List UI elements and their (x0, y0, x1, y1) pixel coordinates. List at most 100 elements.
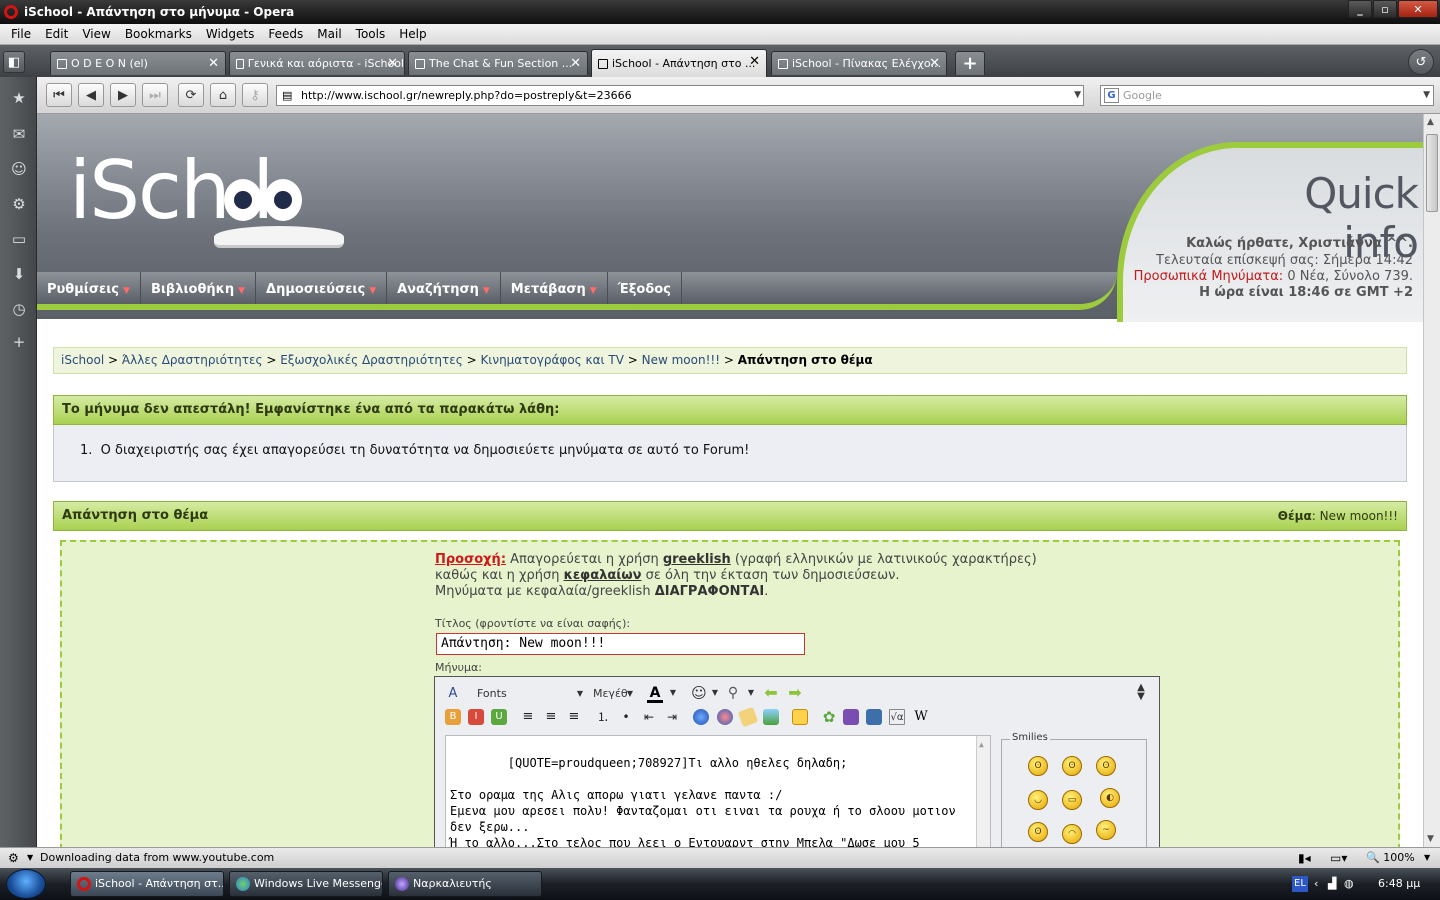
title-input[interactable]: Απάντηση: New moon!!! (436, 633, 805, 655)
tab-close-icon[interactable]: ✕ (749, 54, 760, 69)
unlink-icon[interactable] (717, 709, 733, 725)
quote-icon[interactable] (792, 709, 808, 725)
chevron-up-icon[interactable]: ▲ (1427, 117, 1434, 127)
fit-width-icon[interactable]: ▮◂ (1298, 848, 1311, 868)
new-tab-button[interactable]: + (955, 51, 985, 75)
redo-icon[interactable]: ➡ (787, 685, 803, 701)
fast-forward-icon[interactable]: ⏭ (142, 83, 168, 107)
gear-icon[interactable]: ⚙ (8, 848, 19, 868)
underline-icon[interactable]: U (491, 709, 507, 725)
reload-icon[interactable]: ⟳ (178, 83, 204, 107)
chevron-down-icon[interactable]: ▼ (743, 685, 759, 701)
menu-feeds[interactable]: Feeds (261, 27, 310, 41)
insert-image-icon[interactable] (763, 709, 779, 725)
confused-smiley-icon[interactable]: ~ (1096, 820, 1116, 840)
attach-icon[interactable]: ⚲ (725, 685, 741, 701)
messenger-tray-icon[interactable]: ◍ (1344, 868, 1354, 900)
task-spider[interactable]: Ναρκαλιευτής (388, 871, 542, 897)
link-icon[interactable] (693, 709, 709, 725)
task-opera[interactable]: iSchool - Απάντηση στ... (70, 871, 224, 897)
thumbs-up-smiley-icon[interactable]: ʘ (1096, 756, 1116, 776)
zoom-control[interactable]: 🔍 100% (1366, 848, 1415, 868)
nav-settings[interactable]: Ρυθμίσεις ▼ (37, 272, 141, 304)
align-left-icon[interactable]: ≡ (520, 709, 536, 725)
breadcrumb-link[interactable]: Εξωσχολικές Δραστηριότητες (280, 353, 463, 367)
code-icon[interactable]: ✿ (821, 709, 837, 725)
tab-close-icon[interactable]: ✕ (387, 56, 398, 71)
breadcrumb-link[interactable]: iSchool (61, 353, 104, 367)
menu-widgets[interactable]: Widgets (199, 27, 262, 41)
clock[interactable]: 6:48 μμ (1378, 868, 1420, 900)
chevron-down-icon[interactable]: ▼ (665, 685, 681, 701)
add-panel-icon[interactable]: + (8, 331, 30, 353)
widgets-icon[interactable]: ⚙ (8, 193, 30, 215)
undo-icon[interactable]: ⬅ (763, 685, 779, 701)
wikipedia-icon[interactable]: W (913, 709, 929, 725)
nav-logout[interactable]: Έξοδος (608, 272, 682, 304)
tab-general[interactable]: Γενικά και αόριστα - iSchool ✕ (229, 51, 405, 75)
tex-icon[interactable]: √α (889, 709, 905, 725)
chevron-down-icon[interactable]: ▼ (1074, 86, 1081, 105)
outdent-icon[interactable]: ⇤ (641, 709, 657, 725)
mail-icon[interactable]: ✉ (8, 123, 30, 145)
remove-format-icon[interactable]: A (445, 686, 461, 702)
nav-library[interactable]: Βιβλιοθήκη ▼ (141, 272, 257, 304)
tab-control-panel[interactable]: iSchool - Πίνακας Ελέγχο... ✕ (771, 51, 947, 75)
maximize-button[interactable]: ▫ (1373, 0, 1397, 18)
tab-odeon[interactable]: O D E O N (el) ✕ (50, 51, 226, 75)
bookmarks-icon[interactable]: ★ (8, 87, 30, 109)
menu-file[interactable]: File (4, 27, 38, 41)
italic-icon[interactable]: I (468, 709, 484, 725)
back-icon[interactable]: ◀ (78, 83, 104, 107)
close-button[interactable]: ✕ (1398, 0, 1438, 18)
menu-bookmarks[interactable]: Bookmarks (118, 27, 199, 41)
align-center-icon[interactable]: ≡ (543, 709, 559, 725)
breadcrumb-link[interactable]: Άλλες Δραστηριότητες (122, 353, 263, 367)
private-messages[interactable]: Προσωπικά Μηνύματα: 0 Νέα, Σύνολο 739. (1134, 269, 1413, 284)
rewind-icon[interactable]: ⏮ (46, 83, 72, 107)
smiley-icon[interactable]: ◡ (1028, 790, 1048, 810)
message-textarea[interactable]: [QUOTE=proudqueen;708927]Τι αλλο ηθελες … (445, 735, 991, 847)
tab-close-icon[interactable]: ✕ (208, 56, 219, 71)
smiley-icon[interactable]: ʘ (1028, 756, 1048, 776)
tab-close-icon[interactable]: ✕ (929, 56, 940, 71)
resize-editor-icon[interactable]: ▲ ▼ (1133, 683, 1149, 702)
unordered-list-icon[interactable]: • (618, 709, 634, 725)
task-messenger[interactable]: Windows Live Messenger (229, 871, 383, 897)
minimize-button[interactable]: _ (1348, 0, 1372, 18)
menu-edit[interactable]: Edit (38, 27, 75, 41)
chevron-down-icon[interactable]: ▼ (27, 848, 33, 868)
downloads-icon[interactable]: ⬇ (8, 263, 30, 285)
bold-icon[interactable]: B (445, 709, 461, 725)
chevron-left-icon[interactable]: ‹ (1314, 868, 1318, 900)
grin-smiley-icon[interactable]: ▭ (1062, 790, 1082, 810)
tab-reply-active[interactable]: iSchool - Απάντηση στο ... ✕ (591, 49, 767, 77)
textarea-scrollbar[interactable]: ▲ (976, 736, 990, 847)
font-select[interactable]: Fonts ▼ (471, 685, 585, 703)
indent-icon[interactable]: ⇥ (664, 709, 680, 725)
start-button[interactable] (6, 869, 46, 899)
network-icon[interactable]: ▟ (1328, 868, 1336, 900)
tab-chat-fun[interactable]: The Chat & Fun Section ... ✕ (408, 51, 588, 75)
smiley-icon[interactable]: ʘ (1062, 756, 1082, 776)
rolling-eyes-smiley-icon[interactable]: ◐ (1100, 788, 1120, 808)
nav-posts[interactable]: Δημοσιεύσεις ▼ (256, 272, 388, 304)
nav-goto[interactable]: Μετάβαση ▼ (501, 272, 608, 304)
nav-search[interactable]: Αναζήτηση ▼ (387, 272, 501, 304)
tab-close-icon[interactable]: ✕ (570, 56, 581, 71)
language-indicator[interactable]: EL (1292, 876, 1308, 892)
text-color-icon[interactable]: A (647, 685, 663, 703)
breadcrumb-link[interactable]: New moon!!! (642, 353, 720, 367)
chevron-down-icon[interactable]: ▼ (707, 685, 723, 701)
size-select[interactable]: Μεγέθ ▼ (589, 685, 635, 703)
chevron-down-icon[interactable]: ▼ (1424, 848, 1430, 868)
html-icon[interactable] (843, 709, 859, 725)
chevron-up-icon[interactable]: ▲ (979, 737, 984, 753)
contacts-icon[interactable]: ☺ (8, 158, 30, 180)
smiley-icon[interactable]: ☺ (691, 685, 707, 701)
angry-smiley-icon[interactable]: ◠ (1062, 824, 1082, 844)
notes-icon[interactable]: ▭ (8, 228, 30, 250)
panel-toggle-icon[interactable]: ◧ (3, 51, 25, 73)
smiley-icon[interactable]: ʘ (1028, 822, 1048, 842)
security-key-icon[interactable]: ⚷ (242, 83, 268, 107)
